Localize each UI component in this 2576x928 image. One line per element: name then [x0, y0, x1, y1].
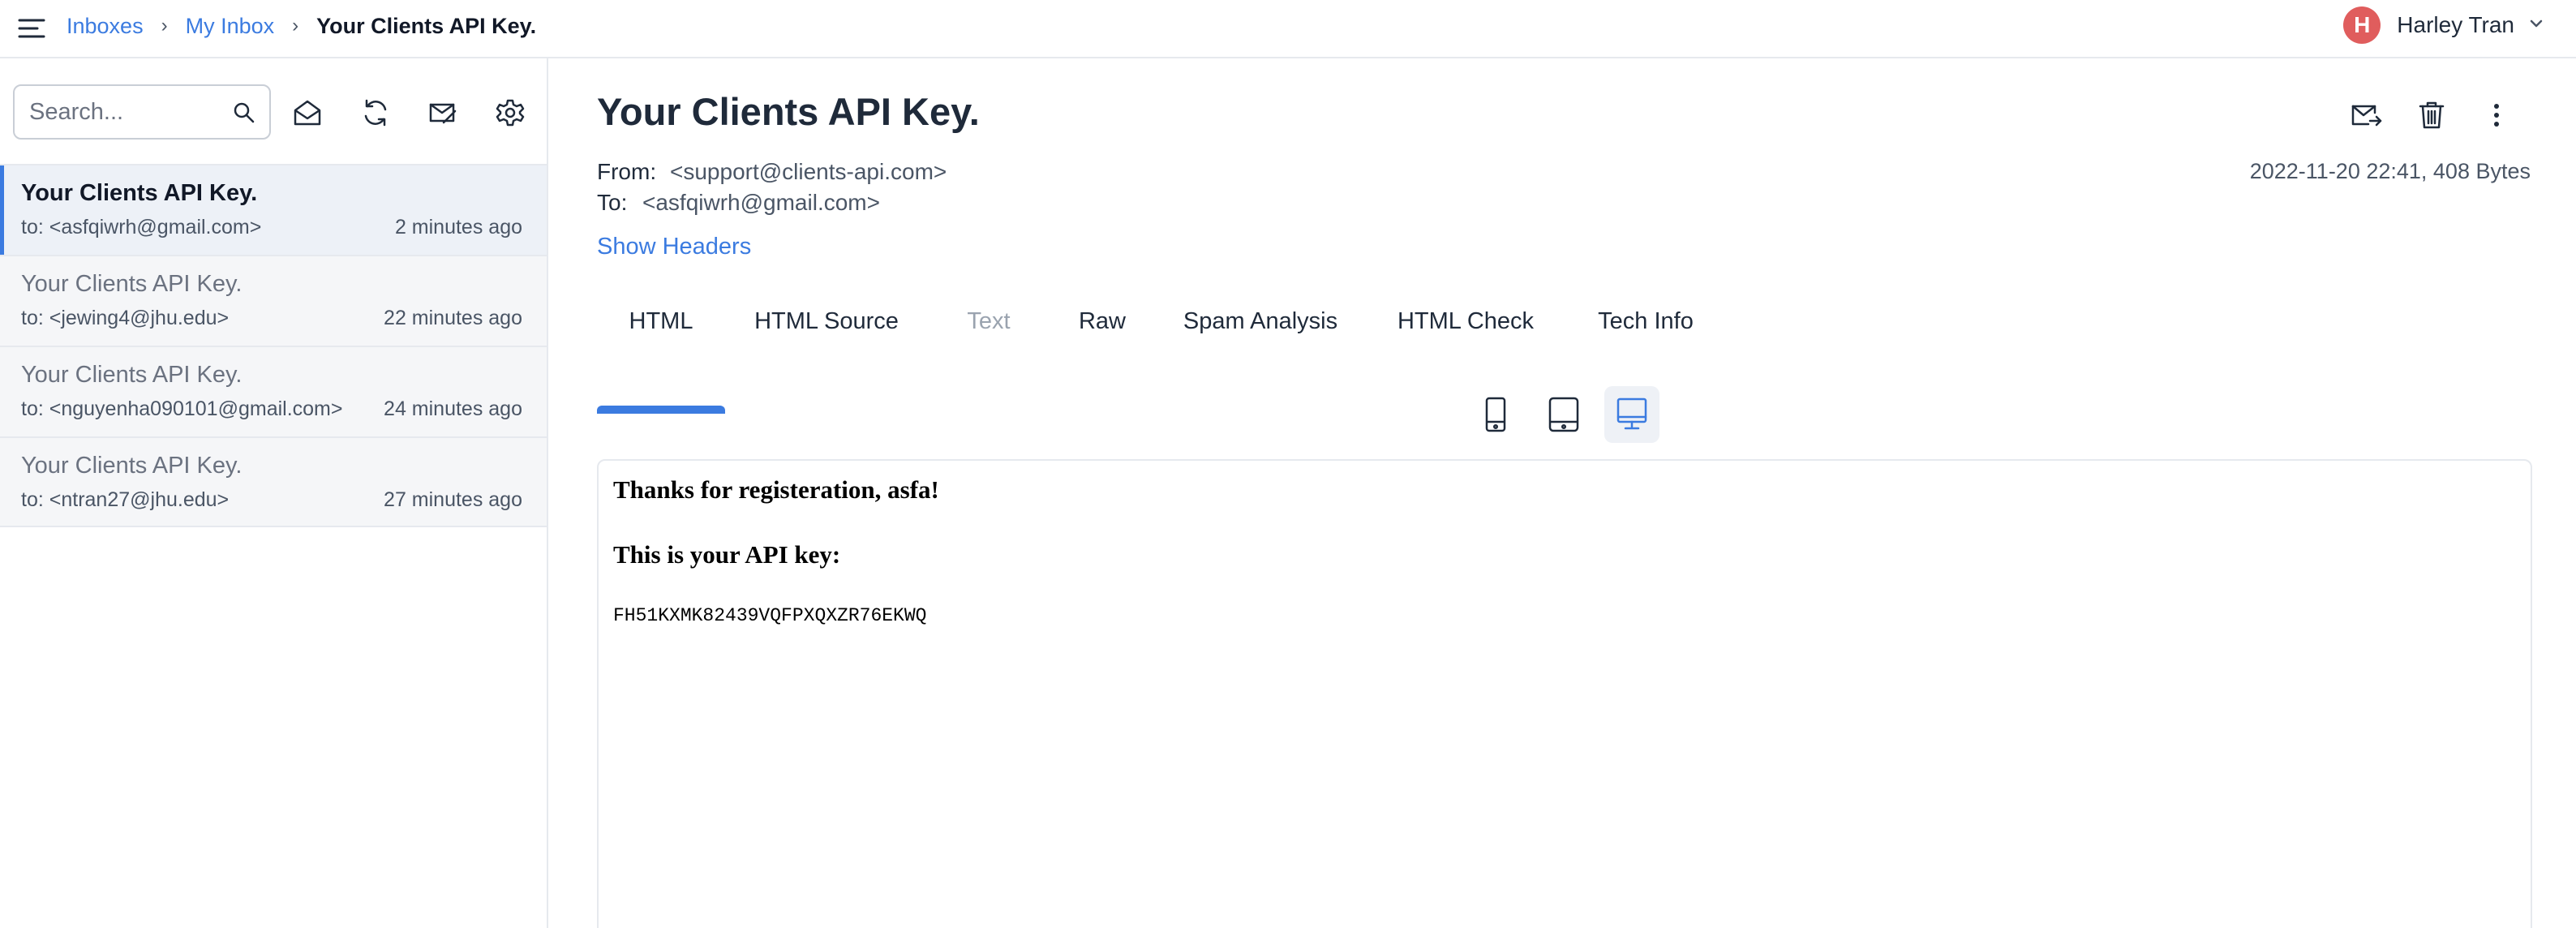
- tab-html-source[interactable]: HTML Source: [725, 294, 928, 349]
- from-address: <support@clients-api.com>: [670, 159, 947, 184]
- message-list-item[interactable]: Your Clients API Key. to: <ntran27@jhu.e…: [0, 436, 547, 527]
- message-subject: Your Clients API Key.: [21, 180, 258, 206]
- search-input[interactable]: [29, 94, 216, 130]
- breadcrumb-separator: ›: [161, 15, 168, 37]
- message-subject: Your Clients API Key.: [21, 362, 243, 388]
- message-list-item[interactable]: Your Clients API Key. to: <jewing4@jhu.e…: [0, 255, 547, 346]
- message-time: 2 minutes ago: [394, 216, 522, 238]
- message-time: 27 minutes ago: [384, 488, 522, 511]
- user-menu[interactable]: H Harley Tran: [2343, 6, 2544, 44]
- message-recipient: to: <nguyenha090101@gmail.com>: [21, 397, 343, 420]
- refresh-icon[interactable]: [355, 92, 396, 133]
- hamburger-menu-icon[interactable]: [18, 15, 45, 42]
- avatar: H: [2343, 6, 2381, 44]
- chevron-down-icon: [2529, 18, 2544, 32]
- mark-read-icon[interactable]: [422, 92, 462, 133]
- to-address: <asfqiwrh@gmail.com>: [642, 190, 880, 215]
- forward-mail-icon[interactable]: [2342, 91, 2391, 140]
- user-name: Harley Tran: [2397, 12, 2514, 37]
- from-label: From:: [597, 159, 657, 184]
- message-recipient: to: <ntran27@jhu.edu>: [21, 488, 230, 511]
- desktop-icon[interactable]: [1604, 386, 1659, 443]
- envelope-open-icon[interactable]: [287, 92, 328, 133]
- breadcrumb-inboxes-link[interactable]: Inboxes: [67, 14, 144, 39]
- api-key-label: This is your API key:: [613, 540, 841, 569]
- tab-spam-analysis[interactable]: Spam Analysis: [1155, 294, 1366, 349]
- message-recipient: to: <jewing4@jhu.edu>: [21, 307, 230, 329]
- message-date-size: 2022-11-20 22:41, 408 Bytes: [2249, 159, 2531, 183]
- breadcrumb-my-inbox-link[interactable]: My Inbox: [186, 14, 275, 39]
- message-time: 22 minutes ago: [384, 307, 522, 329]
- message-list-item[interactable]: Your Clients API Key. to: <nguyenha09010…: [0, 346, 547, 436]
- message-recipient: to: <asfqiwrh@gmail.com>: [21, 216, 262, 238]
- tab-html[interactable]: HTML: [597, 294, 725, 349]
- message-view: Your Clients API Key. From: <support@cli…: [550, 58, 2576, 928]
- tablet-icon[interactable]: [1536, 386, 1591, 443]
- message-list: Your Clients API Key. to: <asfqiwrh@gmai…: [0, 164, 547, 527]
- more-vertical-icon[interactable]: [2472, 91, 2521, 140]
- message-title: Your Clients API Key.: [597, 90, 980, 133]
- message-subject: Your Clients API Key.: [21, 271, 243, 297]
- email-greeting: Thanks for registeration, asfa!: [613, 475, 939, 504]
- search-icon[interactable]: [232, 101, 256, 125]
- phone-icon[interactable]: [1468, 386, 1523, 443]
- message-subject: Your Clients API Key.: [21, 453, 243, 479]
- sidebar: Your Clients API Key. to: <asfqiwrh@gmai…: [0, 58, 548, 928]
- settings-gear-icon[interactable]: [490, 92, 530, 133]
- tab-html-check[interactable]: HTML Check: [1366, 294, 1565, 349]
- api-key-value: FH51KXMK82439VQFPXQXZR76EKWQ: [613, 605, 927, 626]
- tab-text[interactable]: Text: [928, 294, 1050, 349]
- tab-raw[interactable]: Raw: [1050, 294, 1155, 349]
- breadcrumb-separator: ›: [292, 15, 299, 37]
- to-label: To:: [597, 190, 628, 215]
- message-time: 24 minutes ago: [384, 397, 522, 420]
- show-headers-link[interactable]: Show Headers: [597, 234, 751, 260]
- trash-icon[interactable]: [2407, 91, 2456, 140]
- breadcrumb-current: Your Clients API Key.: [316, 13, 537, 38]
- email-preview: Thanks for registeration, asfa! This is …: [597, 459, 2532, 928]
- top-bar: Inboxes › My Inbox › Your Clients API Ke…: [0, 0, 2576, 58]
- breadcrumb: Inboxes › My Inbox › Your Clients API Ke…: [67, 10, 536, 42]
- message-list-item[interactable]: Your Clients API Key. to: <asfqiwrh@gmai…: [0, 164, 547, 255]
- tab-tech-info[interactable]: Tech Info: [1565, 294, 1726, 349]
- search-box: [13, 84, 271, 140]
- active-tab-indicator: [597, 406, 725, 414]
